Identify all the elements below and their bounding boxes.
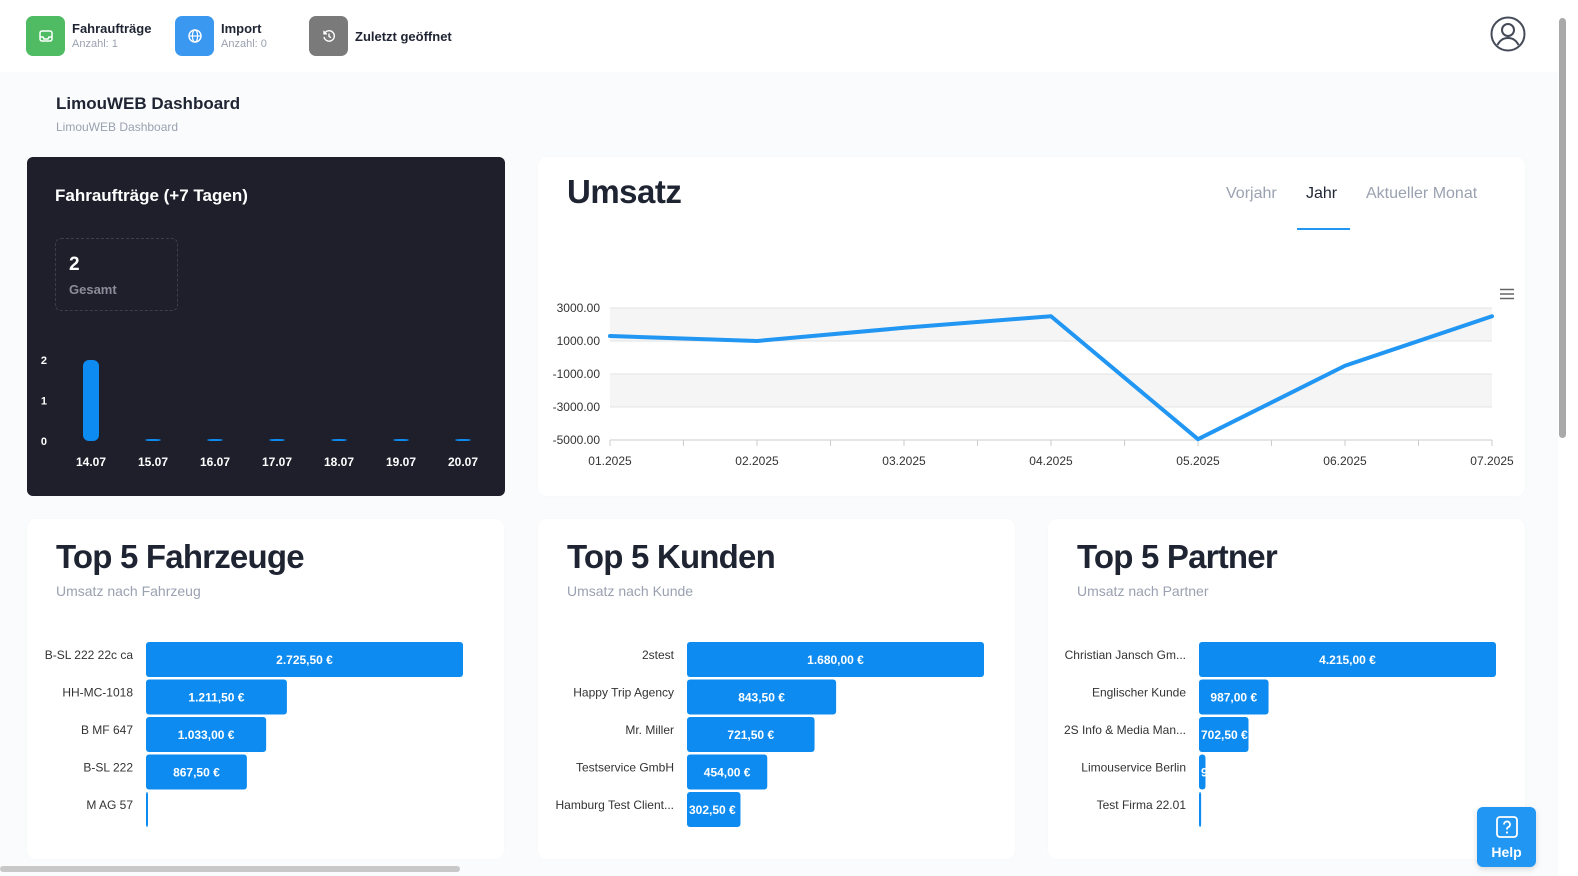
quick-action-title: Import [221, 21, 262, 36]
quick-action-count: Anzahl: 0 [221, 38, 267, 50]
bar [269, 439, 285, 441]
x-tick-label: 20.07 [448, 455, 478, 469]
category-label: B MF 647 [81, 723, 133, 737]
quick-action-recent[interactable]: Zuletzt geöffnet [309, 16, 452, 56]
x-tick-label: 19.07 [386, 455, 416, 469]
data-label: 1.680,00 € [807, 653, 864, 667]
y-tick-label: -1000.00 [553, 367, 601, 381]
data-label: 4.215,00 € [1319, 653, 1376, 667]
x-tick-label: 16.07 [200, 455, 230, 469]
x-tick-label: 02.2025 [735, 454, 779, 468]
category-label: Hamburg Test Client... [556, 798, 675, 812]
grid-band [610, 308, 1492, 341]
breadcrumb: LimouWEB Dashboard [56, 120, 179, 134]
x-tick-label: 06.2025 [1323, 454, 1367, 468]
data-label: 1.033,00 € [178, 728, 235, 742]
data-label: 0 [1201, 803, 1208, 817]
page-title: LimouWEB Dashboard [56, 94, 241, 113]
category-label: B-SL 222 22c ca [45, 648, 134, 662]
quick-action-title: Zuletzt geöffnet [355, 28, 452, 44]
top-partners-chart: Christian Jansch Gm... 4.215,00 € Englisch… [1064, 642, 1496, 827]
category-label: Testservice GmbH [576, 761, 674, 775]
question-icon [1495, 815, 1519, 844]
umsatz-chart: 3000.00 1000.00 -1000.00 -3000.00 -5000.00 01… [553, 301, 1514, 468]
inbox-icon [26, 16, 65, 56]
y-tick-label: -3000.00 [553, 400, 601, 414]
bar [455, 439, 471, 441]
bar [145, 439, 161, 441]
help-button[interactable]: Help [1477, 807, 1536, 867]
bar [331, 439, 347, 441]
horizontal-scrollbar[interactable] [0, 866, 460, 872]
top-customers-card: Top 5 Kunden Umsatz nach Kunde 2stest 1.6… [538, 519, 1015, 859]
umsatz-card: Umsatz Vorjahr Jahr Aktueller Monat 3000… [538, 157, 1525, 496]
bar [146, 792, 148, 827]
globe-icon [175, 16, 214, 56]
y-tick-label: 3000.00 [557, 301, 601, 315]
category-label: B-SL 222 [83, 761, 133, 775]
y-tick-label: 1000.00 [557, 334, 601, 348]
x-tick-label: 07.2025 [1470, 454, 1514, 468]
top-partners-card: Top 5 Partner Umsatz nach Partner Christ… [1048, 519, 1525, 859]
x-tick-label: 14.07 [76, 455, 106, 469]
help-label: Help [1491, 844, 1522, 860]
data-label: 2.725,50 € [276, 653, 333, 667]
y-tick-label: -5000.00 [553, 433, 601, 447]
category-label: Mr. Miller [625, 723, 674, 737]
y-tick-label: 1 [41, 396, 47, 408]
history-icon [309, 16, 348, 56]
top-vehicles-chart: B-SL 222 22c ca 2.725,50 € HH-MC-1018 1.211… [45, 642, 463, 827]
x-tick-label: 17.07 [262, 455, 292, 469]
y-tick-label: 0 [41, 436, 47, 448]
x-tick-label: 03.2025 [882, 454, 926, 468]
x-tick-label: 05.2025 [1176, 454, 1220, 468]
vertical-scrollbar[interactable] [1558, 0, 1578, 876]
user-avatar-icon[interactable] [1490, 16, 1526, 52]
x-tick-label: 15.07 [138, 455, 168, 469]
data-label: 454,00 € [704, 766, 751, 780]
quick-action-count: Anzahl: 1 [72, 38, 118, 50]
x-tick-label: 01.2025 [588, 454, 632, 468]
y-tick-label: 2 [41, 355, 47, 367]
data-label: 92,0 [1201, 766, 1225, 780]
data-label: 987,00 € [1210, 691, 1257, 705]
category-label: Christian Jansch Gm... [1065, 648, 1186, 662]
data-label: 843,50 € [738, 691, 785, 705]
trips-chart: 0 1 2 14.07 15.07 16.07 17.07 18.07 19.07 20.07 [41, 355, 478, 469]
data-label: 1.211,50 € [188, 691, 244, 705]
quick-action-trips[interactable]: Fahraufträge Anzahl: 1 [26, 16, 151, 56]
category-label: Englischer Kunde [1092, 686, 1186, 700]
data-label: 302,50 € [689, 803, 736, 817]
data-label: 721,50 € [727, 728, 774, 742]
x-tick-label: 18.07 [324, 455, 354, 469]
category-label: 2stest [642, 648, 675, 662]
top-bar: Fahraufträge Anzahl: 1 Import Anzahl: 0 … [0, 0, 1558, 72]
top-vehicles-card: Top 5 Fahrzeuge Umsatz nach Fahrzeug B-S… [27, 519, 504, 859]
grid-band [610, 374, 1492, 407]
bar [393, 439, 409, 441]
category-label: HH-MC-1018 [62, 686, 133, 700]
bar [207, 439, 223, 441]
scrollbar-thumb[interactable] [1559, 18, 1566, 438]
bar [83, 360, 99, 441]
category-label: M AG 57 [86, 798, 133, 812]
trips-card: Fahraufträge (+7 Tagen) 2 Gesamt 0 1 2 14.0… [27, 157, 505, 496]
data-label: 867,50 € [173, 766, 220, 780]
data-label: 702,50 € [1201, 728, 1248, 742]
x-tick-label: 04.2025 [1029, 454, 1073, 468]
category-label: Happy Trip Agency [573, 686, 674, 700]
category-label: 2S Info & Media Man... [1064, 723, 1186, 737]
category-label: Limouservice Berlin [1081, 761, 1186, 775]
quick-action-title: Fahraufträge [72, 21, 152, 36]
category-label: Test Firma 22.01 [1097, 798, 1187, 812]
quick-action-import[interactable]: Import Anzahl: 0 [175, 16, 267, 56]
top-customers-chart: 2stest 1.680,00 € Happy Trip Agency 843,50 … [556, 642, 984, 827]
